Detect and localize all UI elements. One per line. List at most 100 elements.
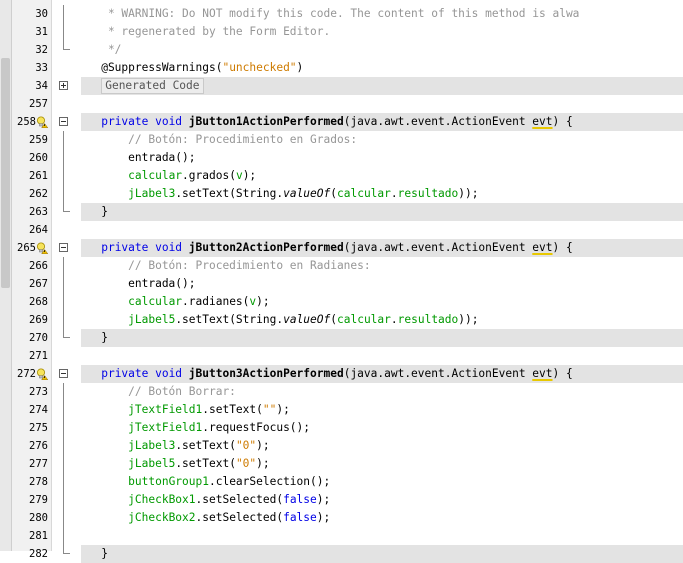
code-line[interactable]: 262 jLabel3.setText(String.valueOf(calcu… [0, 185, 683, 203]
code-token: calcular [337, 313, 391, 326]
lightbulb-warning-icon[interactable] [36, 368, 48, 380]
code-token: // Botón: Procedimiento en Radianes: [81, 259, 371, 272]
code-line[interactable]: 275 jTextField1.requestFocus(); [0, 419, 683, 437]
code-line[interactable]: 34 Generated Code [0, 77, 683, 95]
code-token: .clearSelection(); [208, 475, 331, 488]
code-text[interactable]: // Botón Borrar: [81, 383, 236, 401]
code-text[interactable]: Generated Code [81, 77, 204, 95]
fold-collapse-icon[interactable] [59, 243, 68, 252]
code-line[interactable]: 276 jLabel3.setText("0"); [0, 437, 683, 455]
code-token: evt [532, 241, 553, 254]
code-text[interactable]: calcular.grados(v); [81, 167, 256, 185]
code-token: } [81, 331, 108, 344]
code-line[interactable]: 258 private void jButton1ActionPerformed… [0, 113, 683, 131]
line-number: 261 [29, 170, 48, 182]
code-token: "" [262, 403, 277, 416]
code-text[interactable]: // Botón: Procedimiento en Radianes: [81, 257, 371, 275]
code-line[interactable]: 273 // Botón Borrar: [0, 383, 683, 401]
lightbulb-warning-icon[interactable] [36, 116, 48, 128]
line-number: 280 [29, 512, 48, 524]
code-editor[interactable]: 30 * WARNING: Do NOT modify this code. T… [0, 0, 683, 563]
code-line[interactable]: 272 private void jButton3ActionPerformed… [0, 365, 683, 383]
code-text[interactable]: private void jButton2ActionPerformed(jav… [81, 239, 573, 257]
fold-guide [63, 527, 64, 545]
code-line[interactable]: 260 entrada(); [0, 149, 683, 167]
line-number: 281 [29, 530, 48, 542]
code-text[interactable]: jTextField1.setText(""); [81, 401, 290, 419]
code-line[interactable]: 31 * regenerated by the Form Editor. [0, 23, 683, 41]
code-line[interactable]: 267 entrada(); [0, 275, 683, 293]
lightbulb-warning-icon[interactable] [36, 242, 48, 254]
code-line[interactable]: 271 [0, 347, 683, 365]
code-token: * regenerated by the Form Editor. [81, 25, 331, 38]
code-text[interactable]: calcular.radianes(v); [81, 293, 269, 311]
code-text[interactable]: jTextField1.requestFocus(); [81, 419, 310, 437]
code-token: jCheckBox2 [128, 511, 196, 524]
code-text[interactable]: */ [81, 41, 121, 59]
line-number: 282 [29, 548, 48, 560]
code-line[interactable]: 268 calcular.radianes(v); [0, 293, 683, 311]
fold-collapse-icon[interactable] [59, 117, 68, 126]
line-number: 269 [29, 314, 48, 326]
code-text[interactable]: private void jButton1ActionPerformed(jav… [81, 113, 573, 131]
code-line[interactable]: 266 // Botón: Procedimiento en Radianes: [0, 257, 683, 275]
generated-code-fold[interactable]: Generated Code [101, 78, 204, 94]
code-token: * WARNING: Do NOT modify this code. The … [81, 7, 580, 20]
code-token: "unchecked" [222, 61, 297, 74]
code-line[interactable]: 269 jLabel5.setText(String.valueOf(calcu… [0, 311, 683, 329]
code-line[interactable]: 259 // Botón: Procedimiento en Grados: [0, 131, 683, 149]
code-text[interactable]: // Botón: Procedimiento en Grados: [81, 131, 357, 149]
code-token: private void [101, 115, 189, 128]
code-text[interactable]: jLabel5.setText("0"); [81, 455, 269, 473]
code-line[interactable]: 278 buttonGroup1.clearSelection(); [0, 473, 683, 491]
line-number: 33 [35, 62, 48, 74]
code-line[interactable]: 277 jLabel5.setText("0"); [0, 455, 683, 473]
line-number: 259 [29, 134, 48, 146]
code-text[interactable]: } [81, 203, 108, 221]
code-line[interactable]: 281 [0, 527, 683, 545]
code-text[interactable]: jLabel3.setText(String.valueOf(calcular.… [81, 185, 478, 203]
code-line[interactable]: 279 jCheckBox1.setSelected(false); [0, 491, 683, 509]
line-number: 258 [17, 116, 36, 128]
code-token: )); [458, 187, 479, 200]
line-highlight [81, 329, 683, 347]
code-token: entrada(); [81, 151, 196, 164]
line-number: 257 [29, 98, 48, 110]
code-text[interactable]: * regenerated by the Form Editor. [81, 23, 330, 41]
code-text[interactable]: jCheckBox2.setSelected(false); [81, 509, 330, 527]
code-line[interactable]: 280 jCheckBox2.setSelected(false); [0, 509, 683, 527]
code-line[interactable]: 265 private void jButton2ActionPerformed… [0, 239, 683, 257]
code-line[interactable]: 263 } [0, 203, 683, 221]
code-text[interactable]: jLabel5.setText(String.valueOf(calcular.… [81, 311, 478, 329]
code-text[interactable]: @SuppressWarnings("unchecked") [81, 59, 303, 77]
code-token: ); [316, 493, 331, 506]
code-token: // Botón: Procedimiento en Grados: [81, 133, 358, 146]
code-line[interactable]: 274 jTextField1.setText(""); [0, 401, 683, 419]
code-line[interactable]: 282 } [0, 545, 683, 563]
code-text[interactable]: buttonGroup1.clearSelection(); [81, 473, 330, 491]
code-text[interactable]: jCheckBox1.setSelected(false); [81, 491, 330, 509]
code-token: entrada(); [81, 277, 196, 290]
code-line[interactable]: 257 [0, 95, 683, 113]
code-text[interactable]: * WARNING: Do NOT modify this code. The … [81, 5, 580, 23]
code-line[interactable]: 270 } [0, 329, 683, 347]
code-line[interactable]: 264 [0, 221, 683, 239]
code-text[interactable]: private void jButton3ActionPerformed(jav… [81, 365, 573, 383]
code-token: "0" [235, 439, 257, 452]
code-line[interactable]: 33 @SuppressWarnings("unchecked") [0, 59, 683, 77]
code-text[interactable]: } [81, 329, 108, 347]
code-text[interactable]: entrada(); [81, 275, 196, 293]
fold-guide [63, 23, 64, 41]
fold-guide [63, 131, 64, 149]
code-text[interactable]: } [81, 545, 108, 563]
code-text[interactable]: entrada(); [81, 149, 196, 167]
fold-collapse-icon[interactable] [59, 369, 68, 378]
line-number: 267 [29, 278, 48, 290]
code-line[interactable]: 261 calcular.grados(v); [0, 167, 683, 185]
code-token: jTextField1 [128, 403, 203, 416]
code-line[interactable]: 30 * WARNING: Do NOT modify this code. T… [0, 5, 683, 23]
code-token: ( [330, 313, 337, 326]
code-text[interactable]: jLabel3.setText("0"); [81, 437, 269, 455]
fold-expand-icon[interactable] [59, 81, 68, 90]
code-line[interactable]: 32 */ [0, 41, 683, 59]
